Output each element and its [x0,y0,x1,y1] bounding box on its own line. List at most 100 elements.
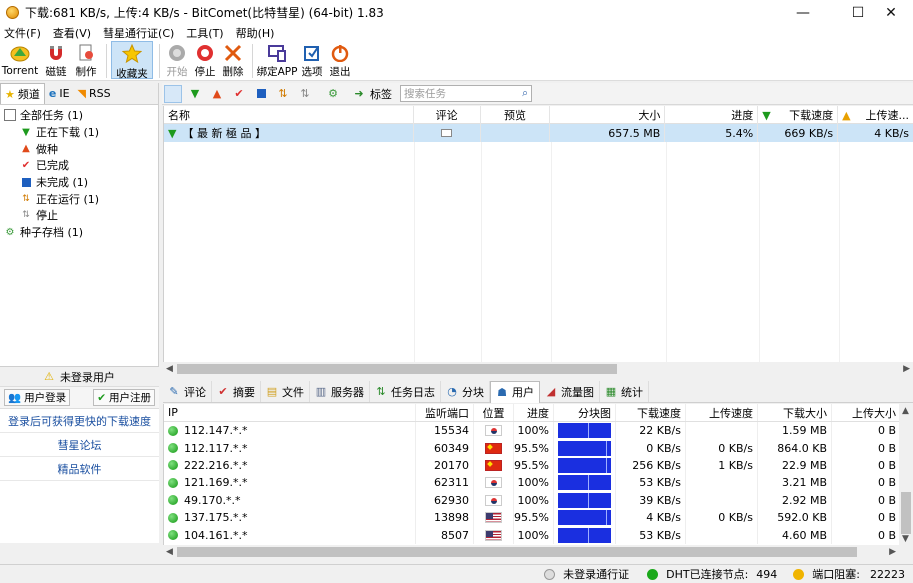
col-progress[interactable]: 进度 [514,404,554,421]
magnet-button[interactable]: 磁链 [42,41,70,79]
tab-statistics[interactable]: ▦ 统计 [600,381,649,402]
stop-button[interactable]: 停止 [192,41,218,79]
tab-peers[interactable]: ☗ 用户 [490,380,540,403]
search-icon[interactable]: ⌕ [522,87,528,100]
task-list-hscrollbar[interactable]: ◀ ▶ [163,362,913,376]
col-downloaded[interactable]: 下载大小 [758,404,832,421]
minimize-button[interactable]: — [781,0,825,25]
tree-item-archive[interactable]: ⚙ 种子存档 (1) [0,224,158,241]
options-button[interactable]: 选项 [299,41,325,79]
col-progress[interactable]: 进度 [665,106,759,124]
tree-item-label: 正在下载 (1) [36,126,100,140]
tree-item-completed[interactable]: ✔ 已完成 [0,157,158,174]
tab-log[interactable]: ⇅ 任务日志 [370,381,441,402]
software-link[interactable]: 精品软件 [0,457,159,481]
running-icon[interactable]: ⇅ [274,85,292,103]
bind-app-button[interactable]: 绑定APP [257,41,297,79]
scroll-right-icon[interactable]: ▶ [889,547,896,557]
task-name: 【 最 新 極 品 】 [182,127,266,140]
tab-rss[interactable]: ◥ RSS [74,84,115,104]
archive-icon[interactable]: ⚙ [324,85,342,103]
scroll-thumb[interactable] [177,364,617,374]
menu-view[interactable]: 查看(V) [53,25,91,41]
tags-label[interactable]: 标签 [370,86,392,102]
tree-item-downloading[interactable]: ▼ 正在下载 (1) [0,124,158,141]
delete-button[interactable]: 删除 [220,41,246,79]
table-row[interactable]: 112.147.*.* 15534 100% 22 KB/s 1.59 MB 0 B [164,422,913,440]
col-down-speed[interactable]: 下载速度 [616,404,686,421]
exit-button[interactable]: 退出 [327,41,353,79]
table-row[interactable]: 222.216.*.* 20170 95.5% 256 KB/s 1 KB/s 22.9 … [164,456,913,475]
close-button[interactable]: ✕ [869,0,913,25]
tab-servers[interactable]: ▥ 服务器 [310,381,370,402]
col-comment[interactable]: 评论 [414,106,481,124]
user-login-button[interactable]: 👥 用户登录 [4,389,71,406]
torrent-button[interactable]: Torrent [0,41,40,79]
tree-item-running[interactable]: ⇅ 正在运行 (1) [0,190,158,207]
incomplete-icon [20,176,32,188]
download-arrow-icon[interactable]: ▼ [186,85,204,103]
table-row[interactable]: 49.170.*.* 62930 100% 39 KB/s 2.92 MB 0 B [164,491,913,509]
tree-item-all[interactable]: 全部任务 (1) [0,107,158,124]
col-size[interactable]: 大小 [550,106,666,124]
tab-comments[interactable]: ✎ 评论 [163,381,212,402]
peer-list-vscrollbar[interactable]: ▲ ▼ [899,404,913,545]
col-port[interactable]: 监听端口 [416,404,474,421]
scroll-right-icon[interactable]: ▶ [903,364,910,374]
peer-progress-cell: 100% [514,526,554,544]
col-pieces[interactable]: 分块图 [554,404,616,421]
table-row[interactable]: 137.175.*.* 13898 95.5% 4 KB/s 0 KB/s 592.0 K… [164,508,913,527]
menu-file[interactable]: 文件(F) [4,25,41,41]
col-location[interactable]: 位置 [474,404,514,421]
table-row[interactable]: 121.169.*.* 62311 100% 53 KB/s 3.21 MB 0 B [164,474,913,492]
stopped-icon[interactable]: ⇅ [296,85,314,103]
tab-pieces[interactable]: ◔ 分块 [441,381,490,402]
tab-channel[interactable]: ★ 频道 [0,83,45,104]
table-row[interactable]: 112.117.*.* 60349 95.5% 0 KB/s 0 KB/s 864.0 K… [164,439,913,457]
peer-list-hscrollbar[interactable]: ◀ ▶ [163,545,899,559]
table-row[interactable]: ▼ 【 最 新 極 品 】 657.5 MB 5.4% 669 KB/s 4 K… [164,124,913,142]
upload-arrow-icon[interactable]: ▲ [208,85,226,103]
incomplete-icon[interactable] [252,85,270,103]
table-row[interactable]: 104.161.*.* 8507 100% 53 KB/s 4.60 MB 0 B [164,526,913,544]
tab-files[interactable]: ▤ 文件 [261,381,310,402]
tree-item-incomplete[interactable]: 未完成 (1) [0,174,158,191]
start-button[interactable]: 开始 [164,41,190,79]
scroll-thumb[interactable] [177,547,857,557]
passport-status[interactable]: 未登录通行证 [544,566,629,582]
scroll-left-icon[interactable]: ◀ [166,547,173,557]
check-icon[interactable]: ✔ [230,85,248,103]
select-all-icon[interactable] [164,84,182,103]
menu-passport[interactable]: 彗星通行证(C) [103,25,174,41]
menu-tools[interactable]: 工具(T) [186,25,223,41]
col-uploaded[interactable]: 上传大小 [832,404,900,421]
dht-status[interactable]: DHT已连接节点: 494 [647,566,777,582]
scroll-up-icon[interactable]: ▲ [902,406,909,416]
scroll-thumb[interactable] [901,492,911,534]
col-ip[interactable]: IP [164,404,416,421]
tab-ie[interactable]: e IE [45,84,74,104]
scroll-down-icon[interactable]: ▼ [902,534,909,544]
tab-traffic[interactable]: ◢ 流量图 [540,381,600,402]
tree-item-stopped[interactable]: ⇅ 停止 [0,207,158,224]
tag-icon[interactable]: ➜ [350,85,368,103]
col-name[interactable]: 名称 [164,106,414,124]
col-down-speed[interactable]: ▼ 下载速度 [758,106,839,124]
user-register-button[interactable]: ✔ 用户注册 [93,389,155,406]
favorites-button[interactable]: 收藏夹 [111,41,153,80]
col-up-speed[interactable]: ▲ 上传速... [838,106,913,124]
col-preview[interactable]: 预览 [481,106,551,124]
menu-help[interactable]: 帮助(H) [236,25,275,41]
faster-download-link[interactable]: 登录后可获得更快的下载速度 [0,409,159,433]
piece-map [558,510,611,526]
make-torrent-button[interactable]: 制作 [72,41,100,79]
scroll-left-icon[interactable]: ◀ [166,364,173,374]
tab-summary[interactable]: ✔ 摘要 [212,381,261,402]
tree-item-seeding[interactable]: ▲ 做种 [0,140,158,157]
search-input[interactable]: 搜索任务 ⌕ [400,85,532,102]
port-status[interactable]: 端口阻塞: 22223 [793,566,905,582]
col-up-speed[interactable]: 上传速度 [686,404,758,421]
forum-link[interactable]: 彗星论坛 [0,433,159,457]
peer-location-cell [474,508,514,527]
comment-icon[interactable] [441,129,453,137]
